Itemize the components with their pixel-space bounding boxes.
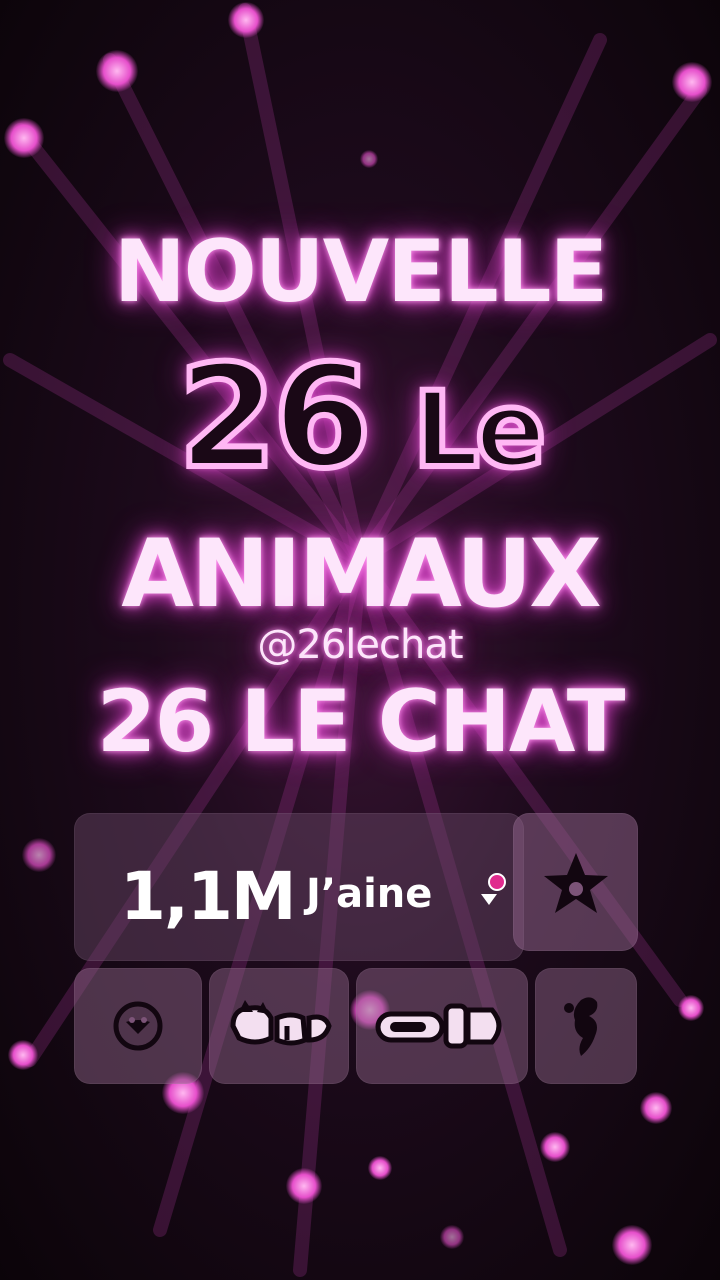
particle: [678, 995, 704, 1021]
particle: [640, 1092, 672, 1124]
title-line-26-le-chat: 26 LE CHAT: [96, 672, 626, 772]
circle-paw-icon: [113, 1001, 163, 1051]
title-number: 26: [175, 335, 375, 501]
particle: [440, 1225, 464, 1249]
cat-silhouette-icon: [564, 997, 598, 1056]
creator-handle[interactable]: @26lechat: [0, 622, 720, 668]
title-word-le: Le: [410, 366, 549, 494]
particle: [672, 62, 712, 102]
title-line-nouvelle: NOUVELLE: [113, 222, 609, 322]
particle: [228, 2, 264, 38]
particle: [4, 118, 44, 158]
particle: [8, 1040, 38, 1070]
particle: [22, 838, 56, 872]
title-line-animaux: ANIMAUX: [121, 520, 602, 629]
cat-group-button[interactable]: [209, 968, 349, 1084]
cat-silhouette-button[interactable]: [535, 968, 637, 1084]
cat-group-icon: [230, 1000, 332, 1046]
particle: [96, 50, 138, 92]
particle: [612, 1225, 652, 1265]
toggle-pill-icon: [375, 1003, 502, 1049]
favorite-button[interactable]: [513, 813, 638, 951]
like-count: 1,1M: [120, 858, 297, 935]
particle: [360, 150, 378, 168]
like-label[interactable]: J’aine: [306, 871, 432, 917]
particle: [368, 1156, 392, 1180]
particle: [540, 1132, 570, 1162]
title-line-26-le: 26 Le: [0, 335, 720, 510]
dropdown-arrow-icon[interactable]: [481, 894, 497, 905]
particle: [286, 1168, 322, 1204]
toggle-pill-button[interactable]: [356, 968, 528, 1084]
notification-dot: [488, 873, 506, 891]
star-paw-icon: [544, 853, 608, 913]
circle-paw-button[interactable]: [74, 968, 202, 1084]
